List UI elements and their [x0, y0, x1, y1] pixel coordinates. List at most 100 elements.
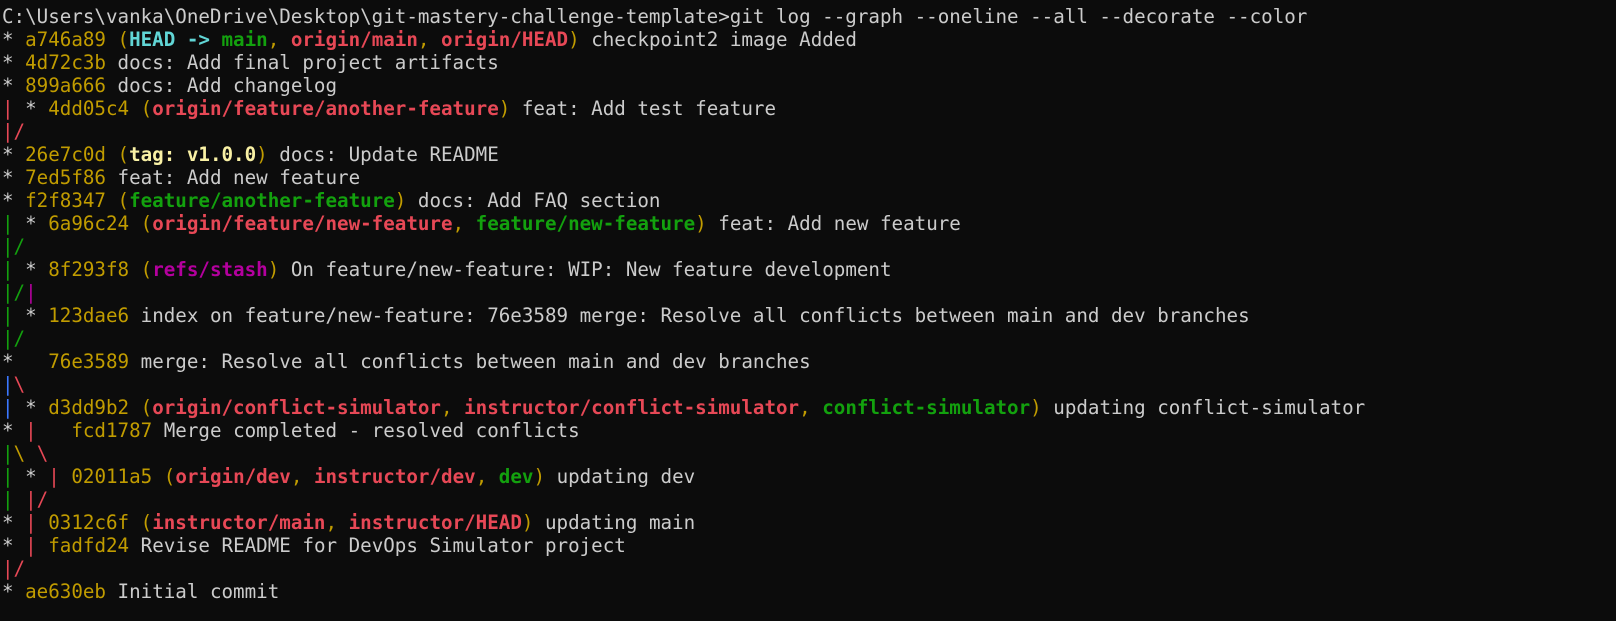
log-segment: | — [25, 281, 37, 304]
command-text: C:\Users\vanka\OneDrive\Desktop\git-mast… — [2, 5, 1308, 28]
log-segment: |/ — [2, 281, 26, 304]
log-segment: | — [2, 97, 14, 120]
log-segment: |/ — [2, 235, 26, 258]
log-segment: HEAD -> — [129, 28, 222, 51]
log-segment: * — [13, 396, 49, 419]
log-line: |\ — [2, 373, 1616, 396]
log-segment: , — [799, 396, 823, 419]
log-segment: On feature/new-feature: WIP: New feature… — [279, 258, 892, 281]
log-segment: 6a96c24 ( — [48, 212, 153, 235]
log-segment: Revise README for DevOps Simulator proje… — [129, 534, 626, 557]
log-line: * 899a666 docs: Add changelog — [2, 74, 1616, 97]
command-line: C:\Users\vanka\OneDrive\Desktop\git-mast… — [2, 5, 1616, 28]
log-segment: Merge completed - resolved conflicts — [152, 419, 580, 442]
log-segment: tag: v1.0.0 — [129, 143, 257, 166]
log-segment: ) — [498, 97, 511, 120]
log-segment — [37, 511, 49, 534]
log-segment: , — [325, 511, 349, 534]
log-segment: , — [452, 212, 476, 235]
log-segment: , — [267, 28, 291, 51]
log-segment: ) — [267, 258, 280, 281]
log-segment: docs: Add changelog — [105, 74, 338, 97]
log-line: | * d3dd9b2 (origin/conflict-simulator, … — [2, 396, 1616, 419]
log-segment: ) — [533, 465, 546, 488]
log-segment: |/ — [25, 488, 49, 511]
log-line: | * 4dd05c4 (origin/feature/another-feat… — [2, 97, 1616, 120]
log-line: |\ \ — [2, 442, 1616, 465]
log-segment: | — [25, 419, 37, 442]
log-segment: ae630eb — [25, 580, 106, 603]
log-segment — [14, 488, 26, 511]
log-segment: checkpoint2 image Added — [579, 28, 857, 51]
log-segment: index on feature/new-feature: 76e3589 me… — [129, 304, 1250, 327]
log-segment: a746a89 ( — [25, 28, 130, 51]
log-segment: instructor/conflict-simulator — [464, 396, 800, 419]
log-segment: * — [2, 143, 26, 166]
log-segment: updating conflict-simulator — [1041, 396, 1366, 419]
log-segment: feature/another-feature — [129, 189, 395, 212]
terminal-output: C:\Users\vanka\OneDrive\Desktop\git-mast… — [2, 5, 1616, 603]
log-segment: 0312c6f ( — [48, 511, 153, 534]
log-segment: 899a666 — [25, 74, 106, 97]
log-line: |/ — [2, 235, 1616, 258]
log-segment: * — [2, 534, 26, 557]
log-segment: * — [2, 189, 26, 212]
log-segment: updating dev — [545, 465, 696, 488]
log-segment: * — [13, 97, 49, 120]
log-line: * 76e3589 merge: Resolve all conflicts b… — [2, 350, 1616, 373]
log-line: |/| — [2, 281, 1616, 304]
log-segment: * — [2, 419, 26, 442]
log-segment: instructor/dev — [313, 465, 476, 488]
log-segment: | — [2, 373, 14, 396]
log-segment: fcd1787 — [71, 419, 153, 442]
log-segment: * — [13, 304, 49, 327]
log-segment: ) — [568, 28, 580, 51]
log-segment: | — [2, 488, 14, 511]
log-segment: * — [13, 212, 49, 235]
log-segment: origin/main — [290, 28, 418, 51]
log-segment: docs: Update README — [267, 143, 499, 166]
log-segment: 76e3589 — [48, 350, 130, 373]
log-segment: | — [2, 465, 14, 488]
log-segment: * — [2, 511, 26, 534]
log-line: |/ — [2, 557, 1616, 580]
log-segment — [60, 465, 72, 488]
log-segment: , — [290, 465, 314, 488]
log-segment: origin/feature/another-feature — [152, 97, 499, 120]
log-segment: , — [475, 465, 499, 488]
log-segment: | — [2, 442, 14, 465]
log-segment: feature/new-feature — [475, 212, 696, 235]
log-segment: | — [2, 258, 14, 281]
log-segment: instructor/main — [152, 511, 326, 534]
log-segment: * — [2, 580, 26, 603]
log-segment: * — [13, 258, 49, 281]
log-segment: * — [2, 28, 26, 51]
log-segment: Initial commit — [105, 580, 280, 603]
log-segment: 4d72c3b — [25, 51, 106, 74]
log-line: |/ — [2, 120, 1616, 143]
log-segment: \ — [36, 442, 49, 465]
log-segment: docs: Add FAQ section — [406, 189, 661, 212]
log-segment: | — [2, 212, 14, 235]
log-line: | * 123dae6 index on feature/new-feature… — [2, 304, 1616, 327]
log-segment: \ — [13, 442, 26, 465]
log-segment: * — [2, 51, 26, 74]
log-segment: fadfd24 — [48, 534, 130, 557]
log-segment: ) — [1030, 396, 1042, 419]
log-segment: ) — [394, 189, 407, 212]
log-line: | * 6a96c24 (origin/feature/new-feature,… — [2, 212, 1616, 235]
log-segment: 8f293f8 ( — [48, 258, 153, 281]
log-segment: * — [2, 166, 26, 189]
log-segment: |/ — [2, 327, 26, 350]
log-segment: * — [2, 350, 49, 373]
log-segment: origin/conflict-simulator — [152, 396, 441, 419]
terminal-window[interactable]: C:\Users\vanka\OneDrive\Desktop\git-mast… — [0, 0, 1616, 621]
log-segment: 02011a5 ( — [71, 465, 176, 488]
log-segment: |/ — [2, 120, 26, 143]
log-segment: | — [2, 304, 14, 327]
log-line: * | fadfd24 Revise README for DevOps Sim… — [2, 534, 1616, 557]
log-segment: feat: Add test feature — [510, 97, 777, 120]
log-segment: merge: Resolve all conflicts between mai… — [129, 350, 811, 373]
log-segment: d3dd9b2 ( — [48, 396, 153, 419]
log-segment: main — [221, 28, 268, 51]
